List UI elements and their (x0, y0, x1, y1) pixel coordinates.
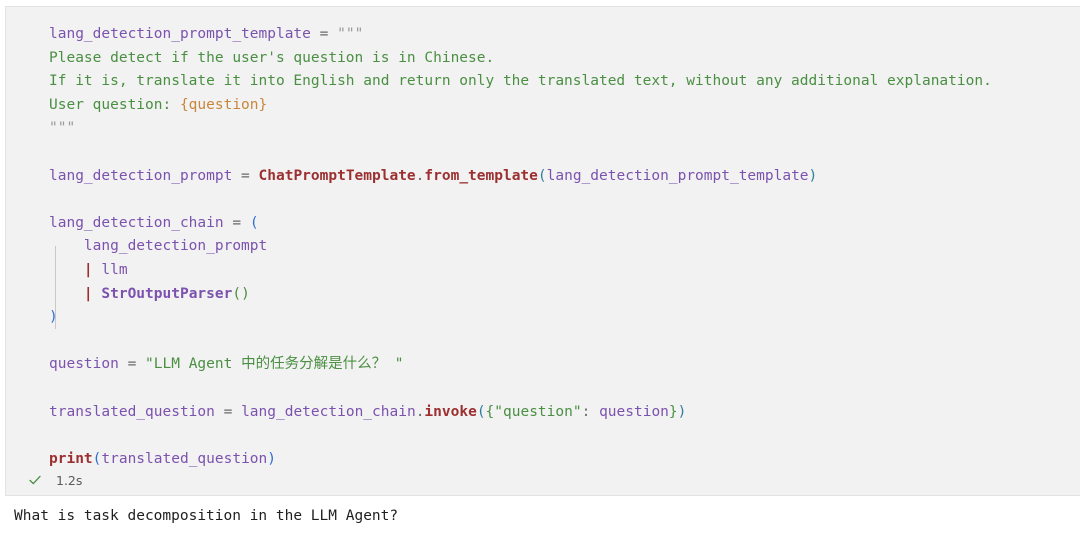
code-token: " (386, 356, 404, 373)
code-line: | StrOutputParser() (6, 283, 1080, 307)
code-token: = (232, 167, 259, 184)
code-token: = (310, 26, 338, 42)
code-token: User question: (49, 96, 180, 113)
code-token: ) (49, 309, 58, 326)
code-token: 中的任务分解是什么？ (241, 356, 387, 373)
code-token: invoke (424, 403, 477, 420)
output-line: What is task decomposition in the LLM Ag… (14, 508, 399, 524)
code-line: translated_question = lang_detection_cha… (6, 401, 1080, 425)
code-token: : (581, 403, 600, 420)
code-token: ) (267, 450, 276, 467)
notebook-root: lang_detection_prompt_template = """ Plea… (0, 0, 1080, 542)
code-line: lang_detection_chain = ( (6, 212, 1080, 236)
code-line: question = "LLM Agent 中的任务分解是什么？ " (6, 353, 1080, 377)
code-token: | (49, 285, 102, 302)
cell-status-bar: 1.2s (6, 465, 82, 495)
code-token: lang_detection_chain (49, 214, 224, 231)
code-token: ChatPromptTemplate (258, 167, 416, 184)
code-cell[interactable]: lang_detection_prompt_template = """ Plea… (5, 6, 1080, 496)
code-token: translated_question (101, 450, 268, 467)
code-token: lang_detection_prompt_template (49, 26, 311, 42)
code-token: } (668, 403, 678, 420)
code-line: """ (6, 117, 1080, 141)
code-token: """ (49, 120, 76, 137)
code-token: lang_detection_prompt (49, 167, 233, 184)
code-token: question (599, 403, 669, 420)
indent-guide (55, 246, 56, 329)
code-line: User question: {question} (6, 94, 1080, 118)
code-token: { (485, 403, 495, 420)
code-line: lang_detection_prompt_template = """ (6, 23, 1080, 47)
success-check-icon (28, 473, 42, 487)
code-token: | (49, 261, 102, 278)
code-token: = (214, 403, 242, 420)
code-token: "question" (494, 403, 582, 420)
code-token: Please detect if the user's question is … (49, 49, 495, 66)
code-line: lang_detection_prompt = ChatPromptTempla… (6, 165, 1080, 189)
code-line: lang_detection_prompt (6, 235, 1080, 259)
code-lines: lang_detection_prompt_template = """ Plea… (6, 23, 1080, 471)
code-token: StrOutputParser (101, 285, 233, 302)
code-token: question (49, 356, 119, 373)
code-token: {question} (179, 96, 268, 113)
code-token: lang_detection_prompt_template (546, 167, 809, 184)
code-line: If it is, translate it into English and … (6, 70, 1080, 94)
code-token: ( (249, 214, 259, 231)
code-token: = (118, 356, 146, 373)
code-token: ) (677, 403, 687, 420)
code-token: If it is, translate it into English and … (49, 73, 992, 90)
execution-time: 1.2s (56, 472, 83, 488)
code-token: ) (808, 167, 818, 184)
code-editor[interactable]: lang_detection_prompt_template = """ Plea… (6, 7, 1080, 471)
code-line: ) (6, 306, 1080, 330)
code-token: lang_detection_chain (241, 403, 416, 420)
code-token: ( (476, 403, 486, 420)
code-token: """ (337, 26, 364, 42)
code-token: "LLM Agent (145, 356, 242, 373)
code-token: = (223, 214, 250, 231)
code-token: lang_detection_prompt (49, 238, 268, 255)
code-token: translated_question (49, 403, 215, 420)
code-token: ( (537, 167, 547, 184)
code-token: from_template (424, 167, 538, 184)
code-line: print(translated_question) (6, 448, 1080, 472)
cell-output: What is task decomposition in the LLM Ag… (0, 505, 1080, 527)
code-token: () (232, 285, 250, 302)
code-token: llm (101, 261, 128, 278)
code-line: Please detect if the user's question is … (6, 47, 1080, 71)
code-line: | llm (6, 259, 1080, 283)
